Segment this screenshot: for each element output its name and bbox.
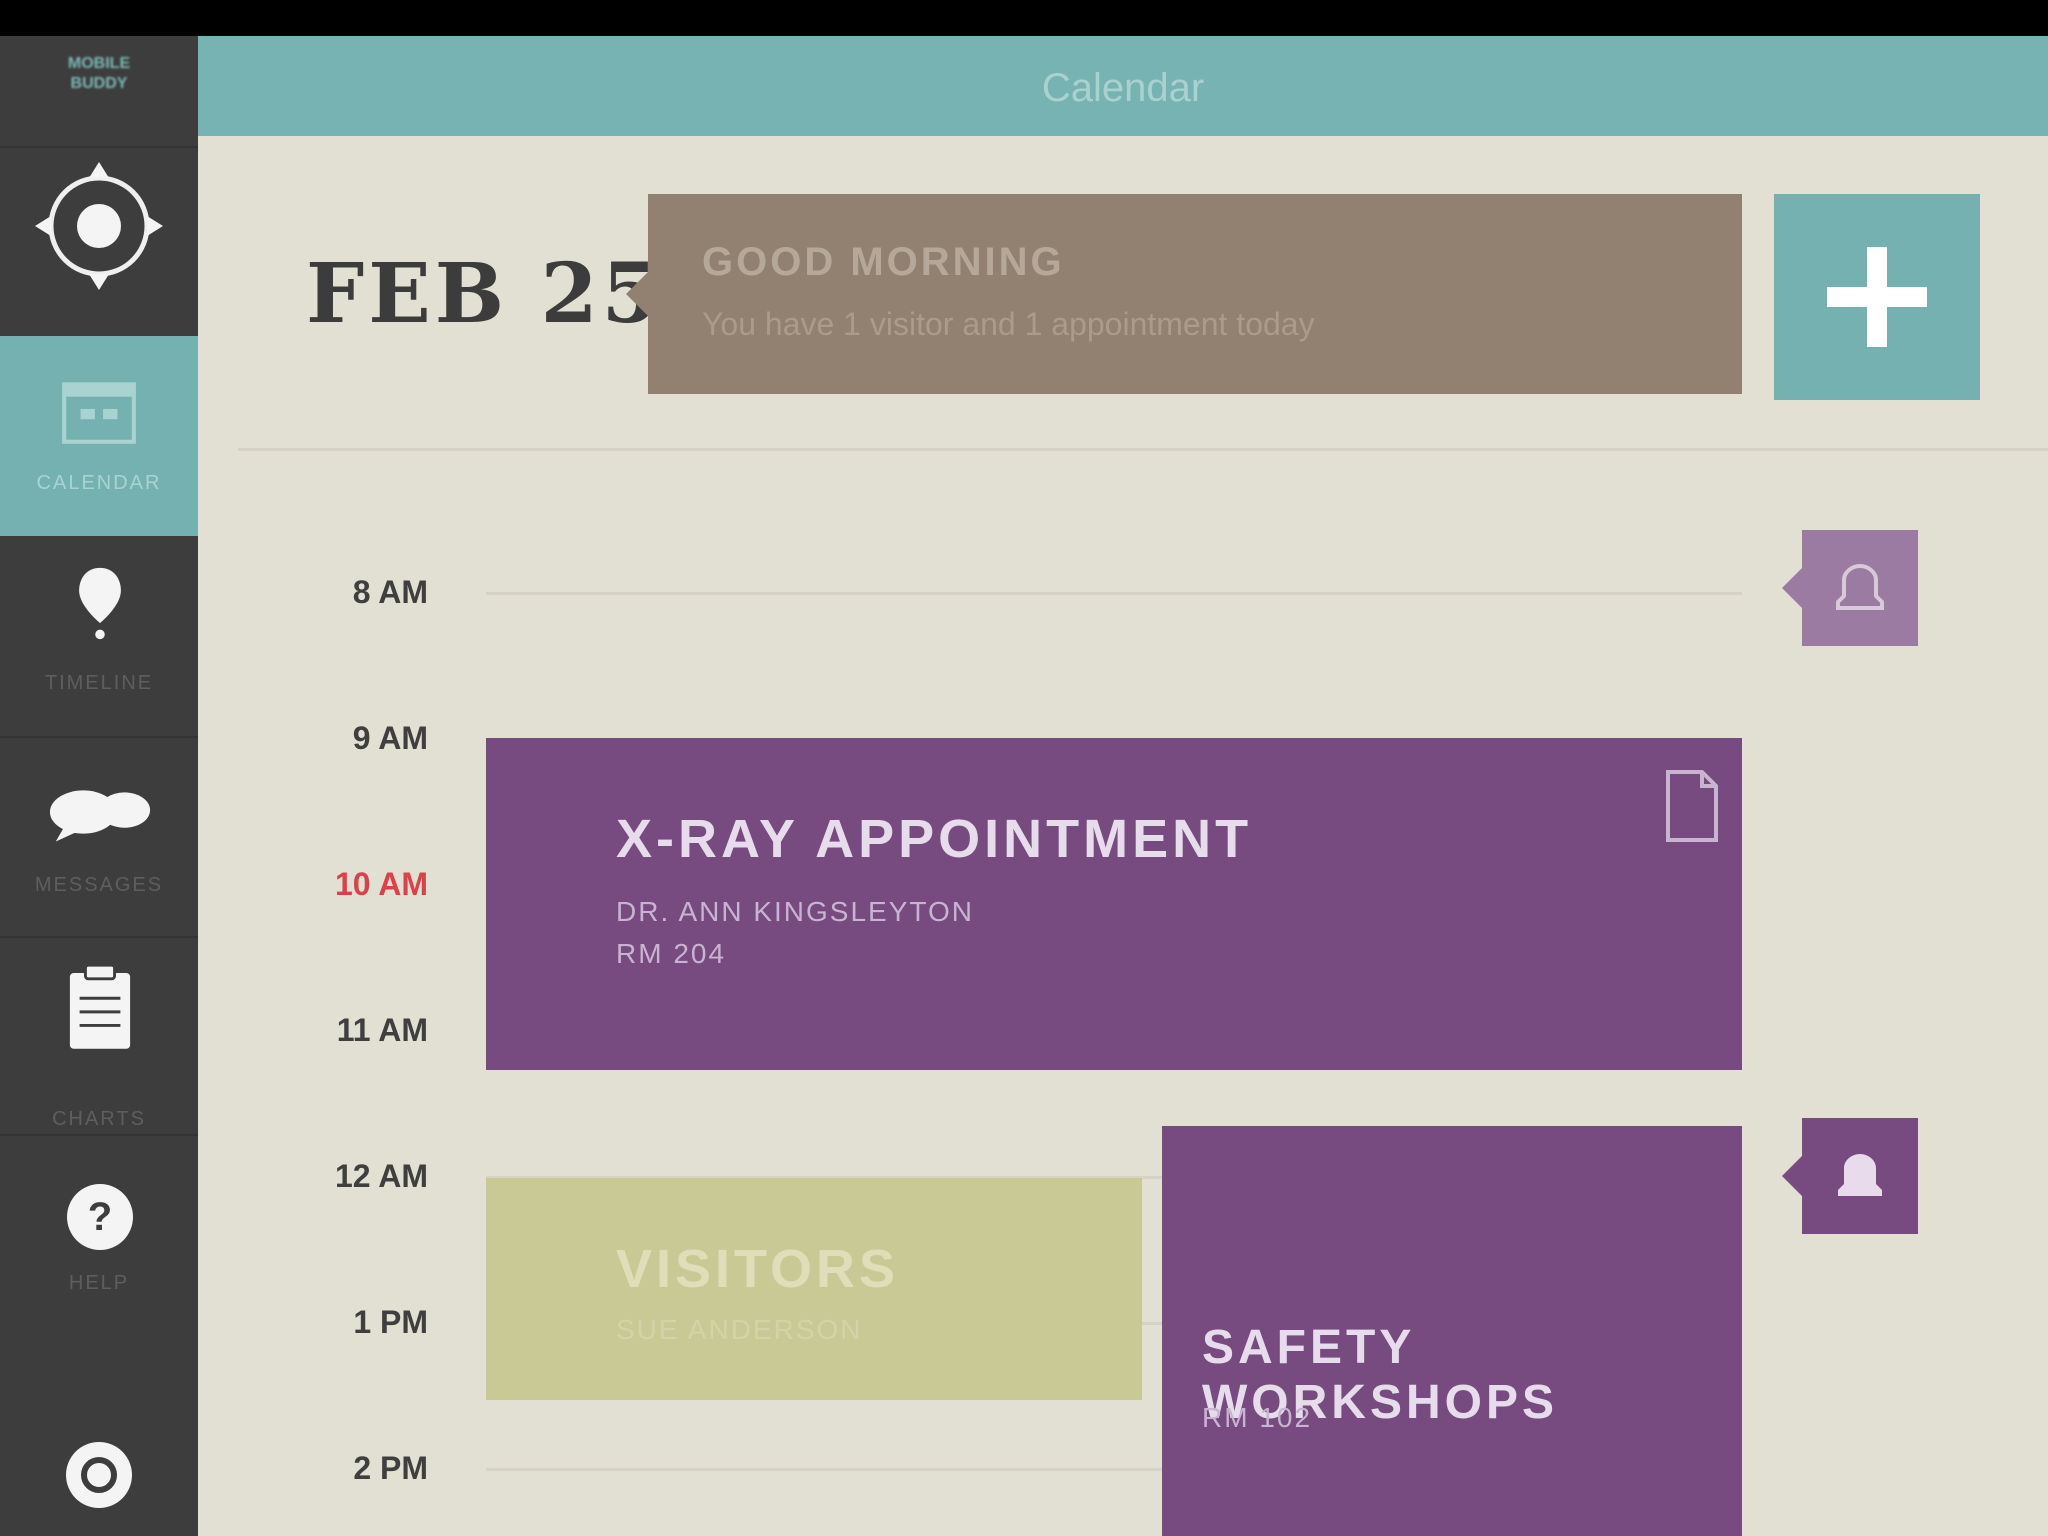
dpad-navigation-icon[interactable] xyxy=(31,158,167,294)
add-event-button[interactable] xyxy=(1774,194,1980,400)
event-location: RM 204 xyxy=(616,938,727,969)
plus-icon xyxy=(1827,247,1927,347)
time-label: 1 PM xyxy=(353,1304,428,1340)
event-visitors[interactable]: VISITORS SUE ANDERSON xyxy=(486,1178,1142,1400)
chat-bubble-icon xyxy=(49,790,151,842)
header-divider xyxy=(238,448,2048,451)
time-label: 12 AM xyxy=(334,1158,428,1194)
time-label: 9 AM xyxy=(352,720,428,756)
sidebar-item-help[interactable]: ? Help xyxy=(0,1176,198,1356)
document-icon[interactable] xyxy=(1662,768,1722,844)
calendar-icon xyxy=(62,382,136,444)
page-title: Calendar xyxy=(1041,66,1205,110)
hour-gridline xyxy=(486,592,1742,595)
svg-text:?: ? xyxy=(88,1195,112,1239)
clipboard-icon xyxy=(69,963,131,1049)
time-label-current: 10 AM xyxy=(334,866,428,902)
reminder-tag[interactable] xyxy=(1782,530,1918,646)
sidebar-item-label: Calendar xyxy=(36,472,162,494)
app-logo: MOBILE BUDDY xyxy=(0,54,198,134)
event-safety-workshops[interactable]: SAFETY WORKSHOPS RM 102 xyxy=(1162,1126,1742,1536)
sidebar-item-label: Messages xyxy=(34,874,164,896)
status-bar xyxy=(0,0,2048,36)
calendar-main: FEB 25 GOOD MORNING You have 1 visitor a… xyxy=(198,136,2048,1536)
sidebar-item-charts[interactable]: Charts xyxy=(0,946,198,1130)
event-title: VISITORS xyxy=(616,1239,900,1299)
power-icon[interactable] xyxy=(64,1440,134,1510)
sidebar-divider xyxy=(0,736,198,738)
location-pin-icon xyxy=(79,567,121,640)
top-bar: Calendar xyxy=(198,36,2048,136)
event-detail: SUE ANDERSON xyxy=(616,1314,863,1345)
sidebar-item-messages[interactable]: Messages xyxy=(0,746,198,926)
greeting-title: GOOD MORNING xyxy=(702,240,1065,284)
event-location: RM 102 xyxy=(1202,1402,1313,1433)
sidebar-item-label: Charts xyxy=(52,1108,146,1130)
sidebar-item-timeline[interactable]: Timeline xyxy=(0,556,198,736)
current-date: FEB 25 xyxy=(306,246,663,342)
time-label: 8 AM xyxy=(352,574,428,610)
bell-icon xyxy=(1838,1154,1882,1196)
bell-icon xyxy=(1836,563,1884,610)
greeting-subtitle: You have 1 visitor and 1 appointment tod… xyxy=(702,306,1315,342)
brand-text: MOBILE BUDDY xyxy=(67,55,131,92)
event-xray-appointment[interactable]: X-RAY APPOINTMENT DR. ANN KINGSLEYTON RM… xyxy=(486,738,1742,1070)
event-title: X-RAY APPOINTMENT xyxy=(616,809,1253,869)
sidebar-divider xyxy=(0,936,198,938)
sidebar-divider xyxy=(0,146,198,148)
sidebar-item-calendar[interactable]: Calendar xyxy=(0,336,238,536)
event-detail: DR. ANN KINGSLEYTON xyxy=(616,896,975,927)
time-label: 11 AM xyxy=(336,1012,428,1048)
sidebar-item-label: Timeline xyxy=(44,672,154,694)
help-icon: ? xyxy=(67,1184,133,1250)
greeting-card: GOOD MORNING You have 1 visitor and 1 ap… xyxy=(626,194,1742,394)
sidebar: MOBILE BUDDY Calendar Timeline xyxy=(0,36,238,1536)
reminder-tag[interactable] xyxy=(1782,1118,1918,1234)
time-label: 2 PM xyxy=(353,1450,428,1486)
sidebar-item-label: Help xyxy=(68,1272,130,1294)
sidebar-divider xyxy=(0,1134,198,1136)
